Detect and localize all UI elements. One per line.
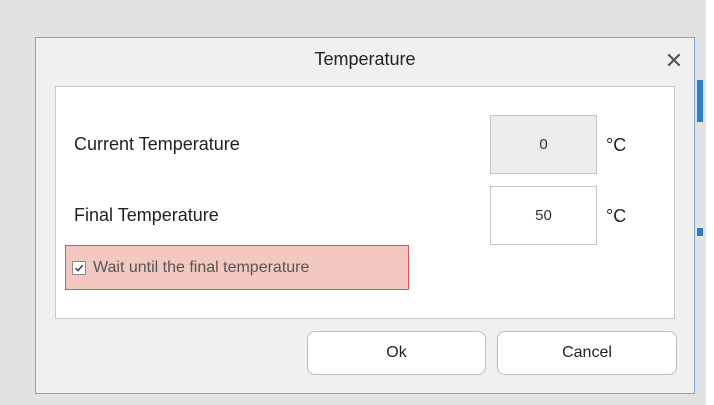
background-accent (697, 228, 703, 236)
checkmark-icon (74, 264, 84, 272)
final-temperature-unit: °C (606, 206, 627, 226)
temperature-dialog: Temperature ✕ Current Temperature 0 °C F… (35, 37, 695, 394)
dialog-title: Temperature (314, 49, 416, 69)
cancel-button[interactable]: Cancel (497, 331, 677, 375)
wait-checkbox-label: Wait until the final temperature (93, 258, 310, 276)
current-temperature-unit: °C (606, 135, 627, 155)
ok-button[interactable]: Ok (307, 331, 486, 375)
dialog-content: Current Temperature 0 °C Final Temperatu… (55, 86, 675, 319)
final-temperature-input[interactable]: 50 (490, 186, 597, 245)
current-temperature-field: 0 (490, 115, 597, 174)
close-button[interactable]: ✕ (662, 48, 686, 74)
dialog-titlebar: Temperature ✕ (36, 38, 694, 86)
wait-checkbox[interactable] (72, 260, 86, 275)
wait-final-temperature-option[interactable]: Wait until the final temperature (65, 245, 409, 290)
background-accent (697, 80, 703, 122)
close-icon: ✕ (664, 48, 684, 73)
background-panel (706, 0, 714, 405)
current-temperature-label: Current Temperature (74, 134, 240, 154)
final-temperature-label: Final Temperature (74, 205, 219, 225)
